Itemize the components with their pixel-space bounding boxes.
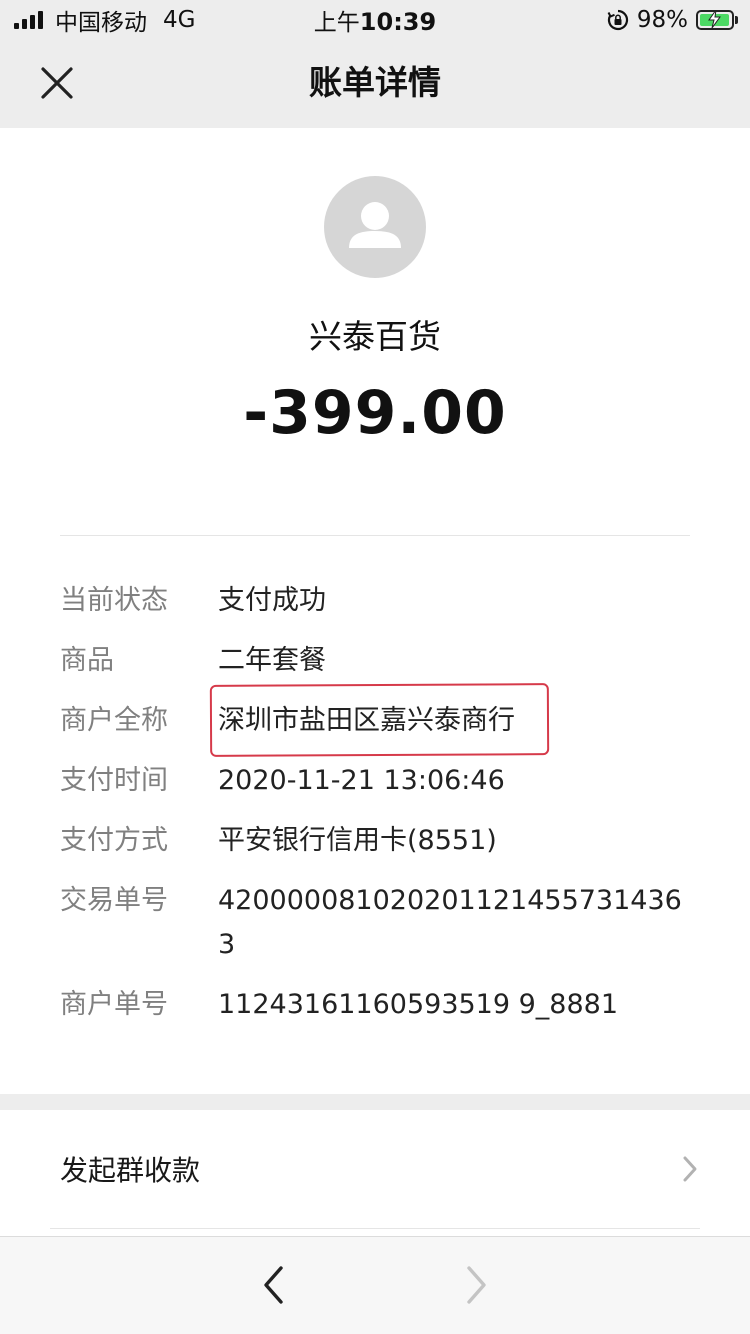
page-title: 账单详情 xyxy=(309,63,441,102)
time-value: 10:39 xyxy=(359,8,437,36)
bottom-nav-bar xyxy=(0,1236,750,1334)
highlight-annotation xyxy=(209,683,550,757)
nav-bar: 账单详情 xyxy=(0,40,750,128)
detail-row-pay-method: 支付方式 平安银行信用卡(8551) xyxy=(60,819,690,863)
detail-label: 商户单号 xyxy=(60,989,168,1020)
bill-card: 兴泰百货 -399.00 当前状态 支付成功 商品 二年套餐 商户全称 深圳市盐… xyxy=(0,128,750,1094)
merchant-name: 兴泰百货 xyxy=(309,317,441,356)
back-button[interactable] xyxy=(252,1263,296,1307)
detail-value: 11243161160593519 9_8881 xyxy=(218,989,619,1020)
group-collect-section: 发起群收款 xyxy=(0,1110,750,1236)
group-collect-label: 发起群收款 xyxy=(60,1154,201,1187)
time-prefix: 上午 xyxy=(313,10,360,36)
detail-row-pay-time: 支付时间 2020-11-21 13:06:46 xyxy=(60,759,690,803)
detail-label: 交易单号 xyxy=(60,885,168,916)
signal-icon xyxy=(14,11,43,29)
divider xyxy=(50,1228,700,1229)
charging-bolt-icon xyxy=(708,10,721,28)
network-label: 4G xyxy=(163,7,196,33)
status-left: 中国移动 4G xyxy=(14,3,195,37)
detail-label: 支付时间 xyxy=(60,765,168,796)
group-collect-button[interactable]: 发起群收款 xyxy=(60,1110,700,1228)
chevron-right-icon xyxy=(683,1156,697,1182)
detail-value: 2020-11-21 13:06:46 xyxy=(218,765,505,796)
status-bar: 中国移动 4G 上午10:39 98% xyxy=(0,0,750,40)
detail-label: 商户全称 xyxy=(60,705,168,736)
detail-label: 商品 xyxy=(60,645,114,676)
person-icon xyxy=(349,202,401,248)
carrier-label: 中国移动 xyxy=(55,10,147,36)
detail-label: 当前状态 xyxy=(60,585,168,616)
detail-label: 支付方式 xyxy=(60,825,168,856)
detail-value: 4200000810202011214557314363 xyxy=(218,885,682,960)
divider xyxy=(60,535,690,536)
rotation-lock-icon xyxy=(607,9,628,31)
detail-row-transaction-id: 交易单号 4200000810202011214557314363 xyxy=(60,879,690,967)
detail-value: 支付成功 xyxy=(218,585,326,616)
chevron-left-icon xyxy=(264,1266,283,1304)
merchant-avatar xyxy=(324,176,426,278)
battery-icon xyxy=(696,10,738,30)
bill-amount: -399.00 xyxy=(243,378,507,448)
detail-value: 二年套餐 xyxy=(218,645,326,676)
detail-value: 平安银行信用卡(8551) xyxy=(218,825,497,856)
battery-percent: 98% xyxy=(636,7,688,33)
status-right: 98% xyxy=(607,7,738,33)
forward-button[interactable] xyxy=(454,1263,498,1307)
detail-row-merchant-order-id: 商户单号 11243161160593519 9_8881 xyxy=(60,983,690,1027)
detail-row-product: 商品 二年套餐 xyxy=(60,639,690,683)
detail-row-status: 当前状态 支付成功 xyxy=(60,579,690,623)
chevron-right-icon xyxy=(467,1266,486,1304)
